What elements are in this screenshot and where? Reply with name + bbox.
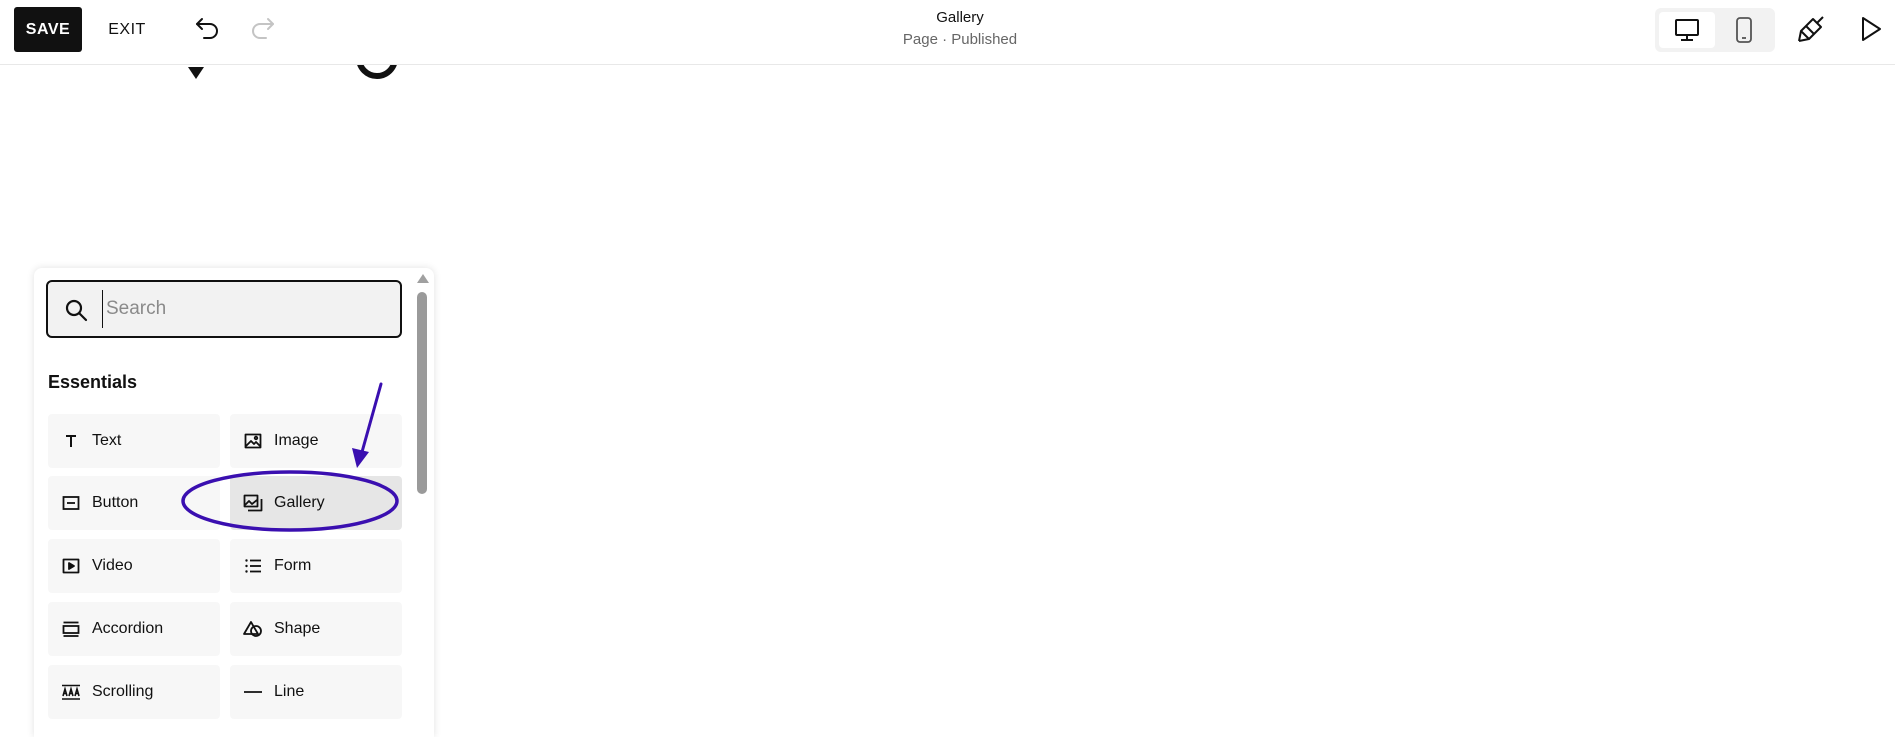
video-icon (60, 555, 82, 577)
undo-button[interactable] (190, 10, 226, 46)
block-item-button[interactable]: Button (48, 476, 220, 530)
form-icon (242, 555, 264, 577)
block-item-text[interactable]: Text (48, 414, 220, 468)
page-heading-fragment (170, 65, 430, 85)
heading-glyph-o (356, 65, 398, 79)
block-item-scrolling[interactable]: Scrolling (48, 665, 220, 719)
paintbrush-icon (1798, 16, 1824, 42)
add-block-panel: Essentials Text Image (34, 268, 434, 737)
redo-button[interactable] (244, 10, 280, 46)
device-toggle (1655, 8, 1775, 52)
preview-button[interactable] (1852, 10, 1890, 48)
block-item-accordion[interactable]: Accordion (48, 602, 220, 656)
block-item-form[interactable]: Form (230, 539, 402, 593)
mobile-icon (1736, 17, 1752, 43)
desktop-icon (1675, 19, 1699, 41)
section-title-essentials: Essentials (48, 372, 138, 392)
block-label: Line (274, 683, 305, 700)
block-item-gallery[interactable]: Gallery (230, 476, 402, 530)
block-item-shape[interactable]: Shape (230, 602, 402, 656)
scrollbar-thumb[interactable] (417, 292, 427, 494)
block-label: Video (92, 557, 133, 574)
block-item-image[interactable]: Image (230, 414, 402, 468)
save-button[interactable]: SAVE (14, 7, 82, 52)
block-item-video[interactable]: Video (48, 539, 220, 593)
text-icon (60, 430, 82, 452)
shape-icon (242, 618, 264, 640)
line-icon (242, 681, 264, 703)
scrolling-icon (60, 681, 82, 703)
gallery-icon (242, 492, 264, 514)
search-input[interactable] (102, 290, 392, 328)
site-styles-button[interactable] (1792, 10, 1830, 48)
mobile-view-button[interactable] (1717, 12, 1771, 48)
undo-icon (196, 18, 218, 39)
block-label: Image (274, 432, 319, 449)
heading-glyph-caret (188, 67, 204, 79)
desktop-view-button[interactable] (1659, 12, 1715, 48)
editor-toolbar: SAVE EXIT Gallery Page · Published (0, 0, 1895, 65)
block-label: Shape (274, 620, 321, 637)
redo-icon (252, 18, 274, 39)
search-box (46, 280, 402, 338)
block-label: Form (274, 557, 312, 574)
block-label: Accordion (92, 620, 164, 637)
block-label: Gallery (274, 494, 325, 511)
block-label: Text (92, 432, 122, 449)
page-title: Gallery (936, 9, 984, 26)
image-icon (242, 430, 264, 452)
play-icon (1862, 17, 1881, 41)
block-label: Button (92, 494, 139, 511)
scroll-up-arrow-icon[interactable] (417, 274, 429, 283)
exit-button[interactable]: EXIT (100, 7, 154, 52)
panel-scrollbar[interactable] (414, 272, 430, 737)
button-icon (60, 492, 82, 514)
search-icon (65, 299, 88, 322)
block-item-line[interactable]: Line (230, 665, 402, 719)
page-status: Page · Published (902, 31, 1018, 48)
page-info[interactable]: Gallery Page · Published (860, 8, 1060, 50)
block-label: Scrolling (92, 683, 154, 700)
accordion-icon (60, 618, 82, 640)
